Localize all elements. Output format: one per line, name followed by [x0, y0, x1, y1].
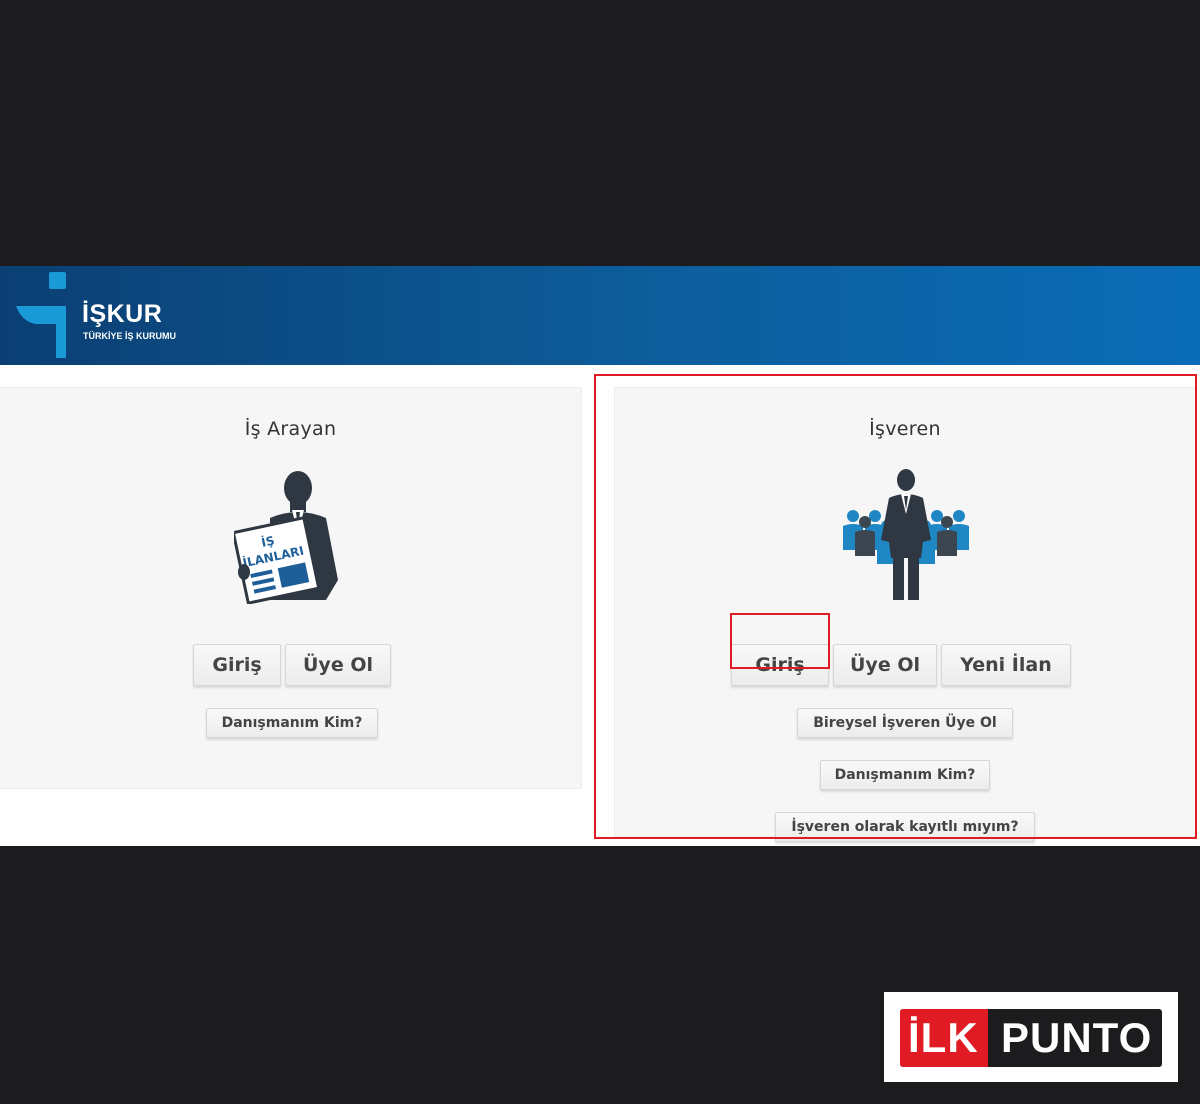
job-seeker-panel: İş Arayan İŞ İLANLARI Giriş Üye Ol Danış… — [0, 387, 582, 789]
logo-title: İŞKUR — [82, 300, 163, 328]
individual-employer-register-button[interactable]: Bireysel İşveren Üye Ol — [797, 708, 1013, 738]
watermark-badge: İLK PUNTO — [900, 1009, 1162, 1067]
logo-subtitle: TÜRKİYE İŞ KURUMU — [83, 331, 177, 341]
employer-team-figure-icon — [843, 469, 969, 600]
job-seeker-login-button[interactable]: Giriş — [193, 644, 281, 686]
job-seeker-register-button[interactable]: Üye Ol — [285, 644, 391, 686]
employer-login-button[interactable]: Giriş — [731, 644, 829, 686]
job-seeker-title: İş Arayan — [244, 418, 337, 440]
employer-register-button[interactable]: Üye Ol — [833, 644, 937, 686]
employer-title: İşveren — [869, 418, 941, 440]
job-seeker-advisor-button[interactable]: Danışmanım Kim? — [206, 708, 378, 738]
iskur-logo-icon[interactable] — [16, 272, 68, 358]
employer-registered-check-button[interactable]: İşveren olarak kayıtlı mıyım? — [775, 812, 1035, 842]
main-content: İş Arayan İŞ İLANLARI Giriş Üye Ol Danış… — [0, 365, 1200, 846]
employer-new-listing-button[interactable]: Yeni İlan — [941, 644, 1071, 686]
watermark-brand-part1: İLK — [908, 1014, 979, 1061]
site-header: İŞKUR TÜRKİYE İŞ KURUMU — [0, 266, 1200, 365]
job-seeker-newspaper-figure-icon: İŞ İLANLARI — [234, 471, 338, 604]
watermark-brand-part2: PUNTO — [1001, 1014, 1153, 1061]
screenshot-frame: İŞKUR TÜRKİYE İŞ KURUMU İş Arayan İŞ İLA — [0, 0, 1200, 1104]
employer-panel: İşveren Giriş Üye Ol Yeni İlan Bireysel … — [614, 387, 1196, 842]
employer-advisor-button[interactable]: Danışmanım Kim? — [820, 760, 990, 790]
ilk-punto-watermark: İLK PUNTO — [884, 992, 1178, 1082]
